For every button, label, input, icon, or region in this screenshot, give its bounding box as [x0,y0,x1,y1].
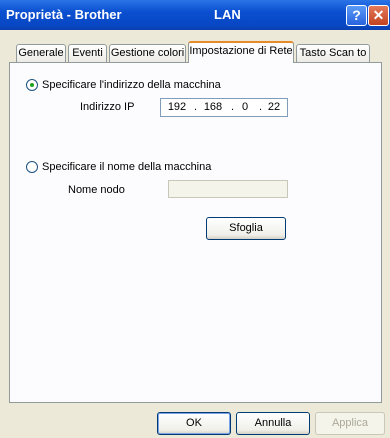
browse-button[interactable]: Sfoglia [206,217,286,240]
address-option-label[interactable]: Specificare l'indirizzo della macchina [42,79,221,91]
ip-octet-3[interactable]: 0 [237,101,253,113]
ip-octet-4[interactable]: 22 [265,101,283,113]
ip-dot: . [231,101,235,113]
tab-generale[interactable]: Generale [16,44,66,62]
node-name-label: Nome nodo [68,184,125,196]
title-bar: Proprietà - Brother LAN ? ✕ [0,0,390,30]
help-button[interactable]: ? [346,5,367,26]
tab-impostazione-di-rete[interactable]: Impostazione di Rete [188,41,294,63]
ip-dot: . [259,101,263,113]
address-radio[interactable] [26,79,38,91]
ok-button[interactable]: OK [157,412,231,435]
cancel-button[interactable]: Annulla [236,412,310,435]
ip-address-input[interactable]: 192 . 168 . 0 . 22 [160,98,288,117]
ip-octet-2[interactable]: 168 [201,101,225,113]
close-button[interactable]: ✕ [368,5,389,26]
tab-eventi[interactable]: Eventi [68,44,107,62]
node-name-option-label[interactable]: Specificare il nome della macchina [42,161,211,173]
apply-button[interactable]: Applica [315,412,385,435]
tab-gestione-colori[interactable]: Gestione colori [109,44,186,62]
ip-octet-1[interactable]: 192 [165,101,189,113]
node-name-input[interactable] [168,180,288,198]
window-title: Proprietà - Brother [6,7,122,22]
window-subtitle: LAN [214,7,241,22]
tab-tasto-scan-to[interactable]: Tasto Scan to [296,44,370,62]
ip-dot: . [194,101,198,113]
node-name-radio[interactable] [26,161,38,173]
ip-address-label: Indirizzo IP [80,101,135,113]
